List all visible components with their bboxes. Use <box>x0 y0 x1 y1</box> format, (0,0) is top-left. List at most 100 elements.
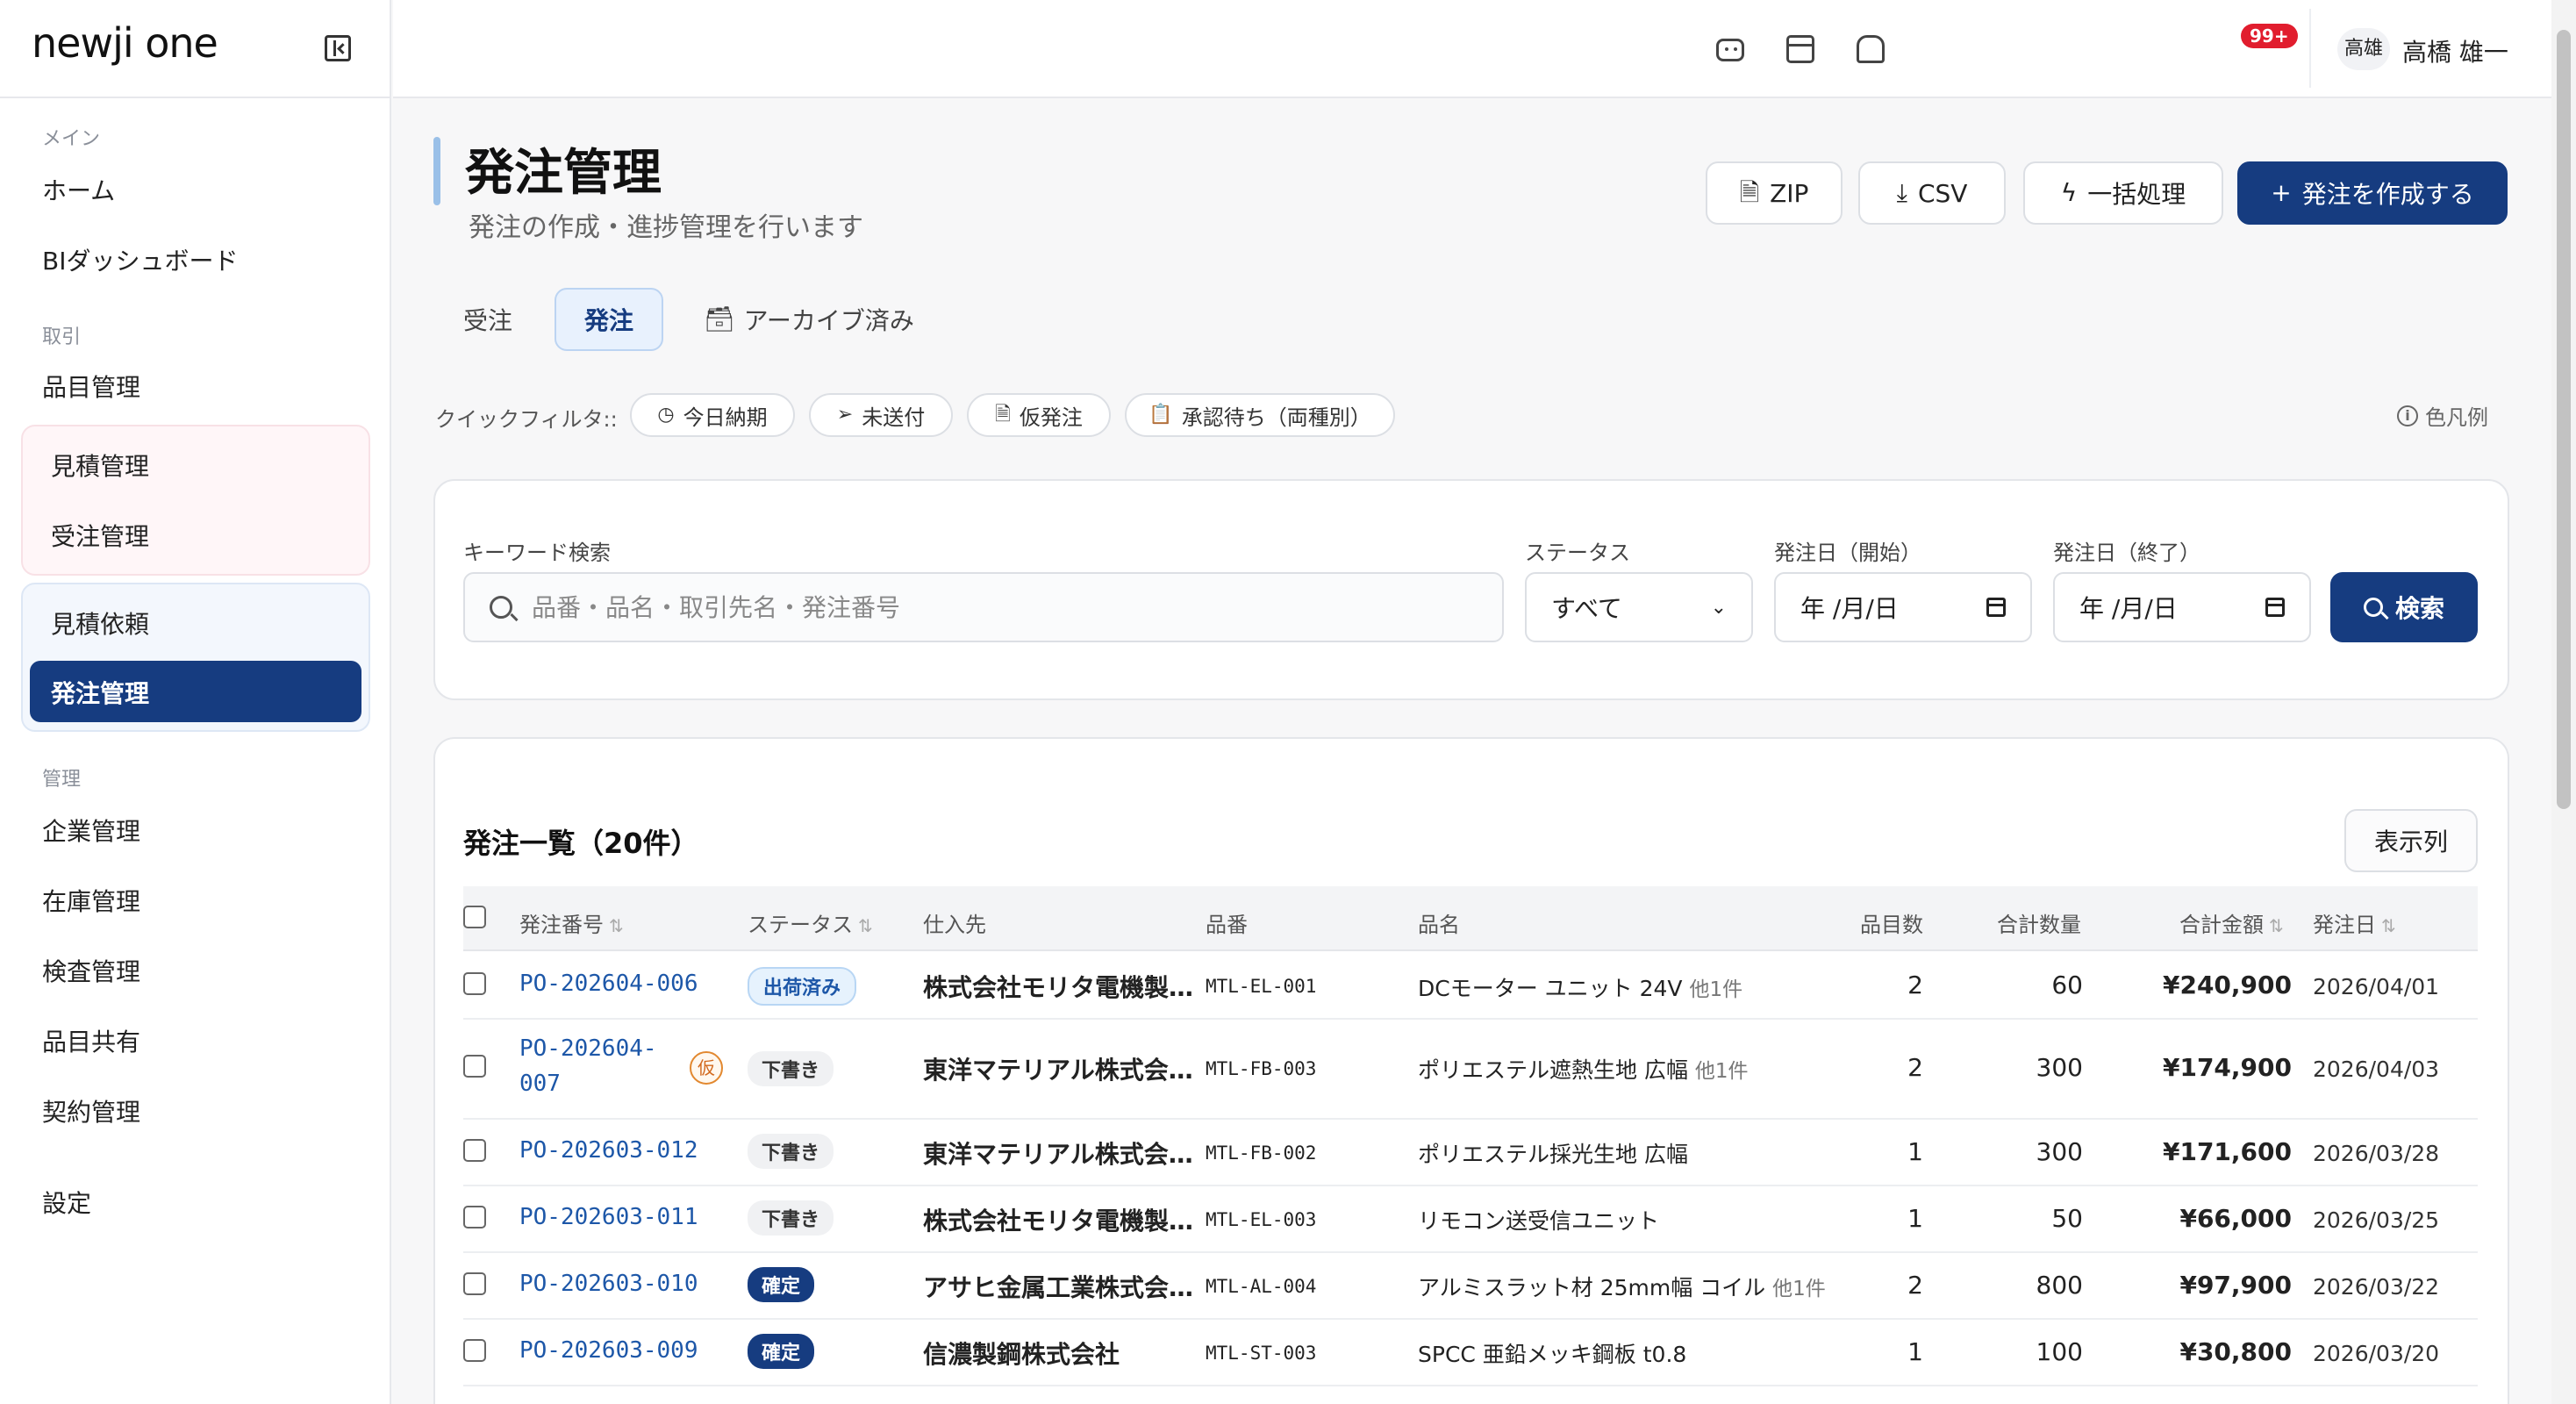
th-po-number[interactable]: 発注番号 ⇅ <box>519 907 624 938</box>
sidebar-item-purchase[interactable]: 発注管理 <box>30 661 361 722</box>
po-number-link-wrap[interactable]: 007 <box>519 1071 561 1097</box>
user-name[interactable]: 高橋 雄一 <box>2402 33 2508 68</box>
calendar-picker-icon[interactable] <box>2265 598 2285 617</box>
color-legend[interactable]: i 色凡例 <box>2397 400 2488 431</box>
filter-chip-pending[interactable]: 📋 承認待ち（両種別） <box>1125 393 1395 437</box>
scroll-thumb[interactable] <box>2557 30 2571 809</box>
total-qty: 300 <box>2036 1053 2083 1082</box>
sidebar-item-inspection[interactable]: 検査管理 <box>42 953 140 988</box>
date-start-placeholder: 年 /月/日 <box>1800 594 1899 623</box>
keyword-search-field <box>463 572 1504 642</box>
columns-button[interactable]: 表示列 <box>2344 809 2478 872</box>
item-code: MTL-FB-003 <box>1206 1058 1317 1079</box>
row-divider <box>463 1385 2478 1386</box>
scrollbar[interactable] <box>2551 0 2576 1404</box>
search-icon <box>490 596 512 619</box>
document-icon: 🗎 <box>995 404 1011 426</box>
filter-pending-label: 承認待ち（両種別） <box>1181 405 1371 430</box>
row-divider <box>463 1251 2478 1253</box>
item-code: MTL-ST-003 <box>1206 1343 1317 1364</box>
row-checkbox[interactable] <box>463 1139 486 1162</box>
legend-label: 色凡例 <box>2425 405 2488 430</box>
po-number-link[interactable]: PO-202603-011 <box>519 1204 698 1230</box>
avatar[interactable]: 高雄 <box>2337 28 2390 70</box>
sidebar-item-bi-dashboard[interactable]: BIダッシュボード <box>42 242 238 277</box>
line-count: 2 <box>1907 1053 1923 1082</box>
sidebar-item-item-share[interactable]: 品目共有 <box>42 1023 140 1058</box>
row-checkbox[interactable] <box>463 1206 486 1228</box>
create-order-button[interactable]: + 発注を作成する <box>2237 161 2508 225</box>
po-number-link[interactable]: PO-202603-010 <box>519 1271 698 1297</box>
sidebar-item-order-received[interactable]: 受注管理 <box>51 518 149 553</box>
topbar-divider <box>2309 9 2311 88</box>
total-amount: ¥97,900 <box>2179 1271 2292 1300</box>
item-extra: 他1件 <box>1689 978 1743 1001</box>
total-qty: 100 <box>2036 1337 2083 1366</box>
tab-archived[interactable]: 🗃 アーカイブ済み <box>695 288 923 351</box>
sort-icon: ⇅ <box>2381 915 2396 936</box>
sidebar-item-items[interactable]: 品目管理 <box>42 369 140 404</box>
zip-button[interactable]: 🗎 ZIP <box>1706 161 1843 225</box>
order-date: 2026/04/01 <box>2313 974 2440 999</box>
info-icon: i <box>2397 405 2418 426</box>
sidebar-item-quote[interactable]: 見積管理 <box>51 448 149 483</box>
item-code: MTL-FB-002 <box>1206 1143 1317 1164</box>
row-checkbox[interactable] <box>463 1272 486 1295</box>
th-date[interactable]: 発注日 ⇅ <box>2313 907 2396 938</box>
sidebar-item-rfq[interactable]: 見積依頼 <box>51 605 149 641</box>
title-accent-bar <box>433 137 440 205</box>
robot-icon[interactable] <box>1716 39 1744 61</box>
total-qty: 300 <box>2036 1137 2083 1166</box>
row-checkbox[interactable] <box>463 1055 486 1078</box>
list-title: 発注一覧（20件） <box>463 827 699 860</box>
po-number-link[interactable]: PO-202604-006 <box>519 971 698 997</box>
total-amount: ¥66,000 <box>2179 1204 2292 1233</box>
tab-received[interactable]: 受注 <box>449 288 526 351</box>
sidebar-item-home[interactable]: ホーム <box>42 172 115 207</box>
calendar-icon[interactable] <box>1786 35 1814 63</box>
filter-chip-provisional[interactable]: 🗎 仮発注 <box>967 393 1111 437</box>
keyword-search-input[interactable] <box>532 592 1478 622</box>
row-checkbox[interactable] <box>463 1339 486 1362</box>
calendar-picker-icon[interactable] <box>1986 598 2006 617</box>
item-name-text: ポリエステル遮熱生地 広幅 <box>1418 1057 1688 1083</box>
plus-icon: + <box>2271 178 2292 207</box>
sidebar-collapse-icon[interactable] <box>325 35 351 61</box>
bulk-action-button[interactable]: ϟ 一括処理 <box>2023 161 2223 225</box>
clipboard-check-icon: 📋 <box>1148 404 1173 426</box>
filter-today-label: 今日納期 <box>683 405 768 430</box>
po-number-link[interactable]: PO-202604- <box>519 1035 657 1062</box>
order-date: 2026/03/20 <box>2313 1341 2440 1366</box>
bell-icon[interactable] <box>1857 35 1885 63</box>
item-code: MTL-AL-004 <box>1206 1276 1317 1297</box>
order-date: 2026/04/03 <box>2313 1057 2440 1082</box>
th-amount[interactable]: 合計金額 ⇅ <box>2179 907 2284 938</box>
sidebar-item-settings[interactable]: 設定 <box>42 1185 91 1220</box>
sidebar-item-contract[interactable]: 契約管理 <box>42 1093 140 1128</box>
po-number-link[interactable]: PO-202603-012 <box>519 1137 698 1164</box>
logo[interactable]: newji one <box>32 19 218 67</box>
filter-chip-today[interactable]: ◷ 今日納期 <box>630 393 795 437</box>
th-status[interactable]: ステータス ⇅ <box>748 907 873 938</box>
row-checkbox[interactable] <box>463 972 486 995</box>
search-button[interactable]: 検索 <box>2330 572 2478 642</box>
supplier-name: 信濃製鋼株式会社 <box>923 1340 1120 1369</box>
filter-chip-unsent[interactable]: ➢ 未送付 <box>809 393 953 437</box>
tab-purchase[interactable]: 発注 <box>555 288 663 351</box>
date-start-input[interactable]: 年 /月/日 <box>1774 572 2032 642</box>
sidebar-item-company[interactable]: 企業管理 <box>42 813 140 848</box>
sidebar-item-inventory[interactable]: 在庫管理 <box>42 883 140 918</box>
line-count: 1 <box>1907 1137 1923 1166</box>
total-amount: ¥240,900 <box>2162 971 2292 999</box>
date-end-input[interactable]: 年 /月/日 <box>2053 572 2311 642</box>
po-number-link[interactable]: PO-202603-009 <box>519 1337 698 1364</box>
page-subtitle: 発注の作成・進捗管理を行います <box>469 212 863 243</box>
th-qty: 合計数量 <box>1997 913 2081 937</box>
download-icon: ⤓ <box>1896 178 1907 207</box>
nav-section-trade: 取引 <box>42 326 82 348</box>
select-all-checkbox[interactable] <box>463 906 486 928</box>
status-select[interactable]: すべて ⌄ <box>1525 572 1753 642</box>
order-date: 2026/03/28 <box>2313 1141 2440 1166</box>
csv-button[interactable]: ⤓ CSV <box>1858 161 2006 225</box>
item-name: アルミスラット材 25mm幅 コイル 他1件 <box>1418 1271 1826 1302</box>
